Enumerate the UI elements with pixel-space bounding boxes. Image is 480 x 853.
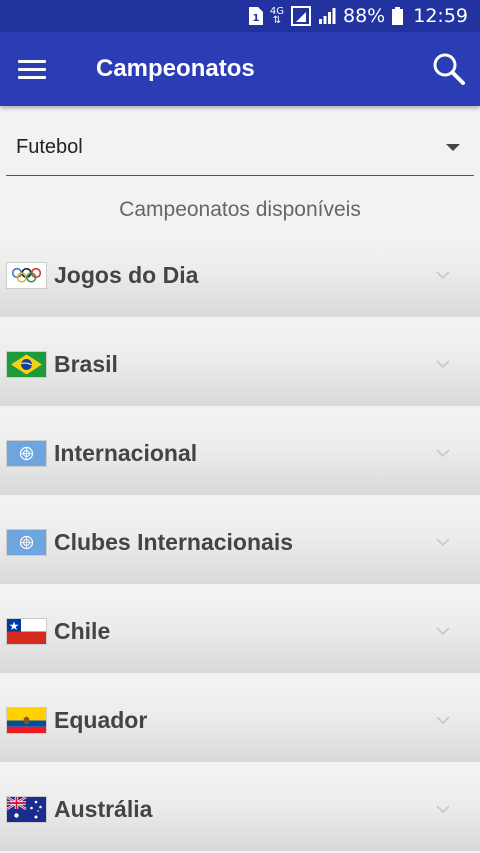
championship-label: Internacional bbox=[54, 439, 198, 466]
status-bar: 1 4G ⇅ 88% 12:59 bbox=[0, 0, 480, 32]
championship-item-australia[interactable]: Austrália bbox=[0, 767, 480, 851]
search-icon[interactable] bbox=[432, 52, 466, 86]
olympic-rings-icon bbox=[6, 261, 47, 289]
page-title: Campeonatos bbox=[96, 55, 255, 82]
championship-label: Austrália bbox=[54, 795, 153, 822]
clock: 12:59 bbox=[413, 5, 468, 27]
championship-item-clubes-internacionais[interactable]: Clubes Internacionais bbox=[0, 500, 480, 584]
chevron-down-icon bbox=[436, 449, 450, 458]
championship-item-internacional[interactable]: Internacional bbox=[0, 411, 480, 495]
chile-flag-icon bbox=[6, 617, 47, 645]
championship-item-brasil[interactable]: Brasil bbox=[0, 322, 480, 406]
championship-label: Brasil bbox=[54, 350, 118, 377]
brazil-flag-icon bbox=[6, 350, 47, 378]
chevron-down-icon bbox=[436, 271, 450, 280]
chevron-down-icon bbox=[436, 360, 450, 369]
championship-item-chile[interactable]: Chile bbox=[0, 589, 480, 673]
sport-select[interactable]: Futebol bbox=[6, 120, 474, 176]
championship-label: Chile bbox=[54, 617, 111, 644]
signal-box-icon bbox=[291, 6, 311, 26]
championship-list: Jogos do Dia Brasil Internacional Clubes… bbox=[0, 233, 480, 851]
svg-text:1: 1 bbox=[252, 13, 259, 24]
chevron-down-icon bbox=[436, 538, 450, 547]
championship-item-jogos-do-dia[interactable]: Jogos do Dia bbox=[0, 233, 480, 317]
app-bar: Campeonatos bbox=[0, 32, 480, 106]
australia-flag-icon bbox=[6, 795, 47, 823]
championship-label: Equador bbox=[54, 706, 148, 733]
battery-icon bbox=[392, 7, 404, 25]
sport-select-value: Futebol bbox=[16, 136, 83, 158]
un-flag-icon bbox=[6, 439, 47, 467]
signal-strength-icon bbox=[318, 8, 336, 24]
championship-label: Jogos do Dia bbox=[54, 261, 199, 288]
chevron-down-icon bbox=[436, 716, 450, 725]
network-type-icon: 4G ⇅ bbox=[269, 6, 284, 26]
ecuador-flag-icon bbox=[6, 706, 47, 734]
un-flag-icon bbox=[6, 528, 47, 556]
chevron-down-icon bbox=[436, 805, 450, 814]
section-title: Campeonatos disponíveis bbox=[119, 198, 361, 221]
menu-icon[interactable] bbox=[18, 55, 46, 83]
battery-percent: 88% bbox=[343, 5, 386, 27]
chevron-down-icon bbox=[436, 627, 450, 636]
caret-down-icon bbox=[446, 144, 460, 151]
championship-label: Clubes Internacionais bbox=[54, 528, 294, 555]
sim-icon: 1 bbox=[247, 7, 263, 25]
championship-item-equador[interactable]: Equador bbox=[0, 678, 480, 762]
